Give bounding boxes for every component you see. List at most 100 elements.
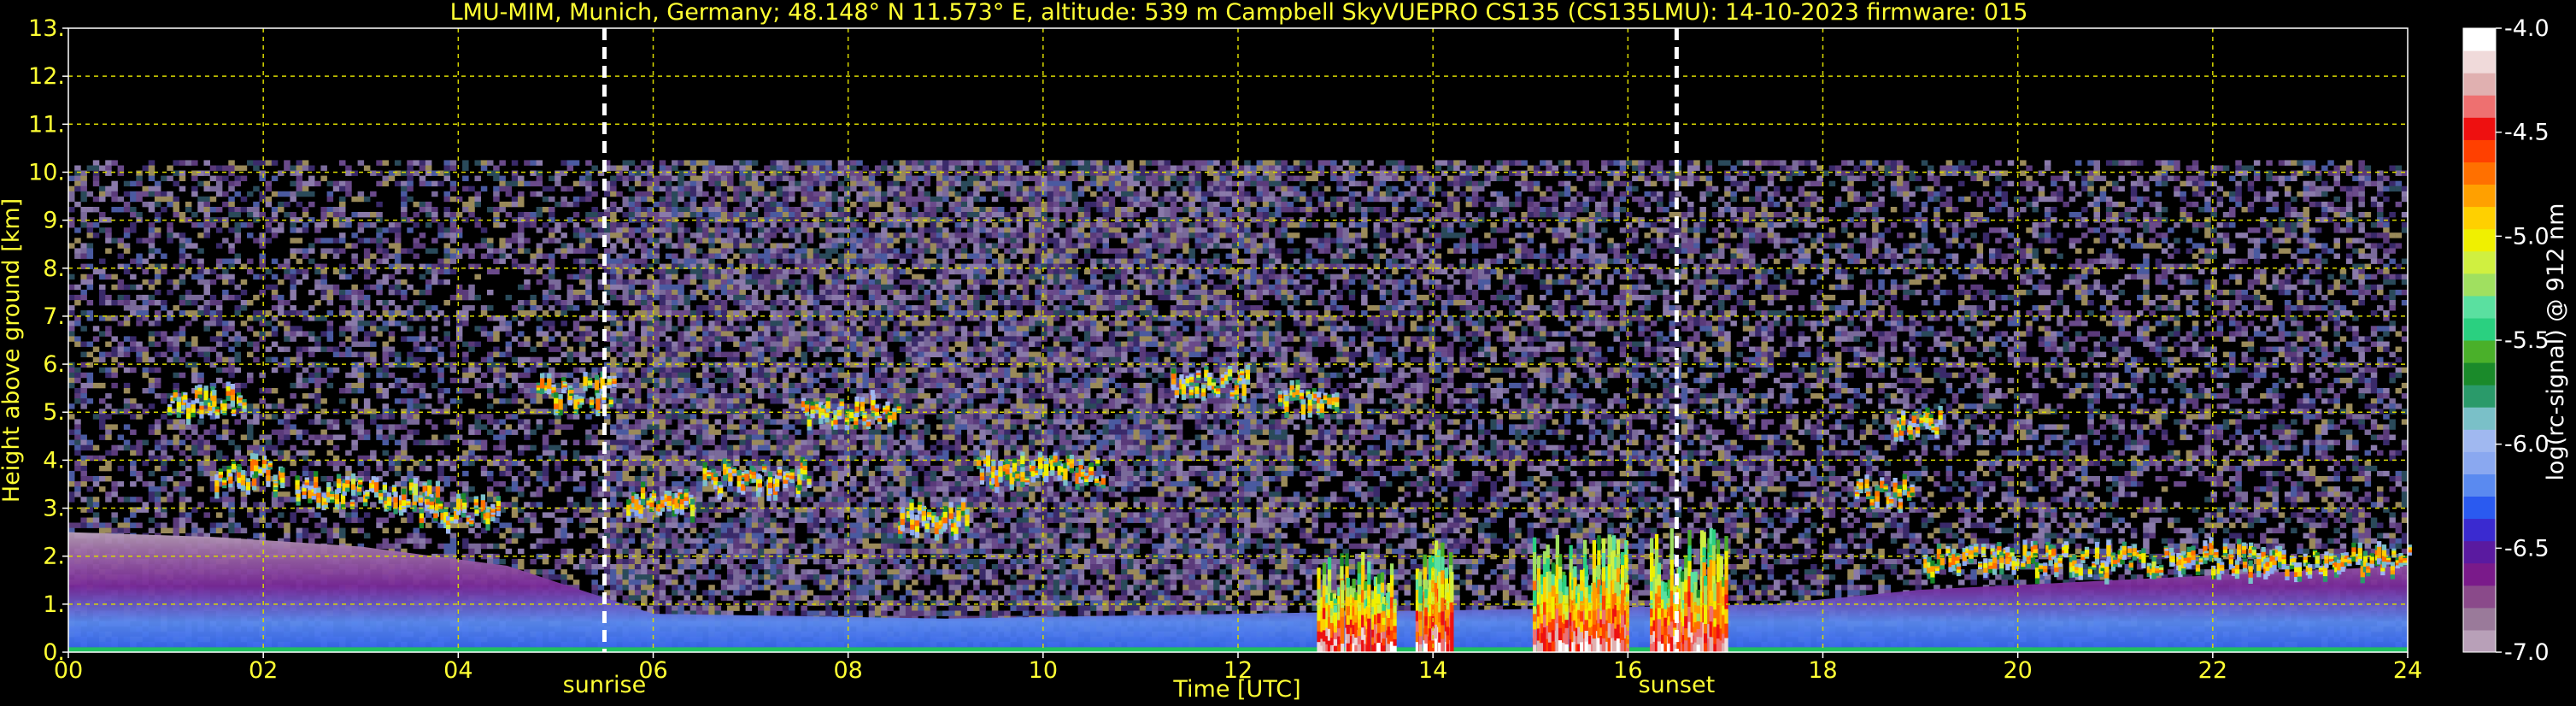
noise-cell xyxy=(253,294,260,301)
noise-cell xyxy=(702,207,709,213)
noise-cell xyxy=(222,238,229,244)
noise-cell xyxy=(659,522,666,528)
noise-cell xyxy=(339,538,346,544)
noise-cell xyxy=(653,409,660,415)
noise-cell xyxy=(215,356,223,363)
noise-cell xyxy=(622,300,629,306)
noise-cell xyxy=(579,279,586,285)
noise-cell xyxy=(203,356,210,363)
noise-cell xyxy=(203,444,210,451)
noise-cell xyxy=(610,569,617,575)
noise-cell xyxy=(357,310,365,316)
noise-cell xyxy=(148,321,155,327)
noise-cell xyxy=(647,351,654,357)
noise-cell xyxy=(148,175,155,181)
noise-cell xyxy=(271,403,279,409)
noise-cell xyxy=(363,165,371,171)
noise-cell xyxy=(493,191,500,197)
noise-cell xyxy=(462,486,469,492)
noise-cell xyxy=(659,294,666,301)
noise-cell xyxy=(80,185,87,192)
noise-cell xyxy=(449,532,457,538)
noise-cell xyxy=(665,414,672,420)
noise-cell xyxy=(665,574,672,580)
noise-cell xyxy=(653,346,660,352)
noise-cell xyxy=(265,388,273,394)
noise-cell xyxy=(314,180,321,187)
noise-cell xyxy=(659,372,666,379)
noise-cell xyxy=(271,341,279,347)
noise-cell xyxy=(555,248,561,254)
noise-cell xyxy=(419,326,426,332)
noise-cell xyxy=(296,429,303,435)
noise-cell xyxy=(326,434,334,440)
noise-cell xyxy=(678,180,684,187)
noise-cell xyxy=(653,289,660,296)
noise-cell xyxy=(419,367,426,374)
noise-cell xyxy=(511,232,519,238)
noise-cell xyxy=(585,289,592,296)
noise-cell xyxy=(370,382,377,389)
noise-cell xyxy=(647,543,654,550)
noise-cell xyxy=(560,201,567,208)
noise-cell xyxy=(161,336,167,342)
noise-cell xyxy=(597,305,605,311)
noise-cell xyxy=(394,351,402,357)
noise-cell xyxy=(634,548,642,555)
noise-cell xyxy=(455,212,463,218)
noise-cell xyxy=(591,434,598,440)
noise-cell xyxy=(585,356,592,363)
noise-cell xyxy=(92,502,100,508)
noise-cell xyxy=(665,356,672,363)
noise-cell xyxy=(659,538,666,544)
noise-cell xyxy=(678,382,684,389)
noise-cell xyxy=(173,196,179,203)
noise-cell xyxy=(622,284,629,291)
noise-cell xyxy=(585,175,592,181)
noise-cell xyxy=(555,238,561,244)
noise-cell xyxy=(549,258,555,264)
noise-cell xyxy=(555,372,561,379)
noise-cell xyxy=(419,300,426,306)
noise-cell xyxy=(518,222,525,228)
noise-cell xyxy=(111,512,118,518)
noise-cell xyxy=(419,403,426,409)
noise-cell xyxy=(653,180,660,187)
noise-cell xyxy=(431,212,438,218)
noise-cell xyxy=(566,476,574,482)
noise-cell xyxy=(702,434,709,440)
noise-cell xyxy=(695,227,703,233)
noise-cell xyxy=(560,558,567,565)
noise-cell xyxy=(74,460,81,467)
noise-cell xyxy=(215,377,223,384)
noise-cell xyxy=(148,486,155,492)
noise-cell xyxy=(672,294,678,301)
noise-cell xyxy=(653,185,660,192)
noise-cell xyxy=(80,289,87,296)
noise-cell xyxy=(407,512,414,518)
noise-cell xyxy=(351,398,358,404)
noise-cell xyxy=(641,336,648,342)
noise-cell xyxy=(684,253,690,259)
noise-cell xyxy=(499,434,506,440)
noise-cell xyxy=(92,382,100,389)
noise-cell xyxy=(105,191,112,197)
noise-cell xyxy=(382,388,389,394)
noise-cell xyxy=(641,279,648,285)
noise-cell xyxy=(401,377,408,384)
noise-cell xyxy=(449,398,457,404)
noise-cell xyxy=(672,465,678,472)
noise-cell xyxy=(647,476,654,482)
noise-cell xyxy=(339,268,346,275)
noise-cell xyxy=(401,538,408,544)
noise-cell xyxy=(462,294,469,301)
noise-cell xyxy=(215,367,223,374)
noise-cell xyxy=(111,491,118,497)
noise-cell xyxy=(555,481,561,487)
noise-cell xyxy=(394,470,402,477)
noise-cell xyxy=(351,403,358,409)
noise-cell xyxy=(247,377,254,384)
noise-cell xyxy=(161,196,167,203)
noise-cell xyxy=(695,538,703,544)
noise-cell xyxy=(653,356,660,363)
